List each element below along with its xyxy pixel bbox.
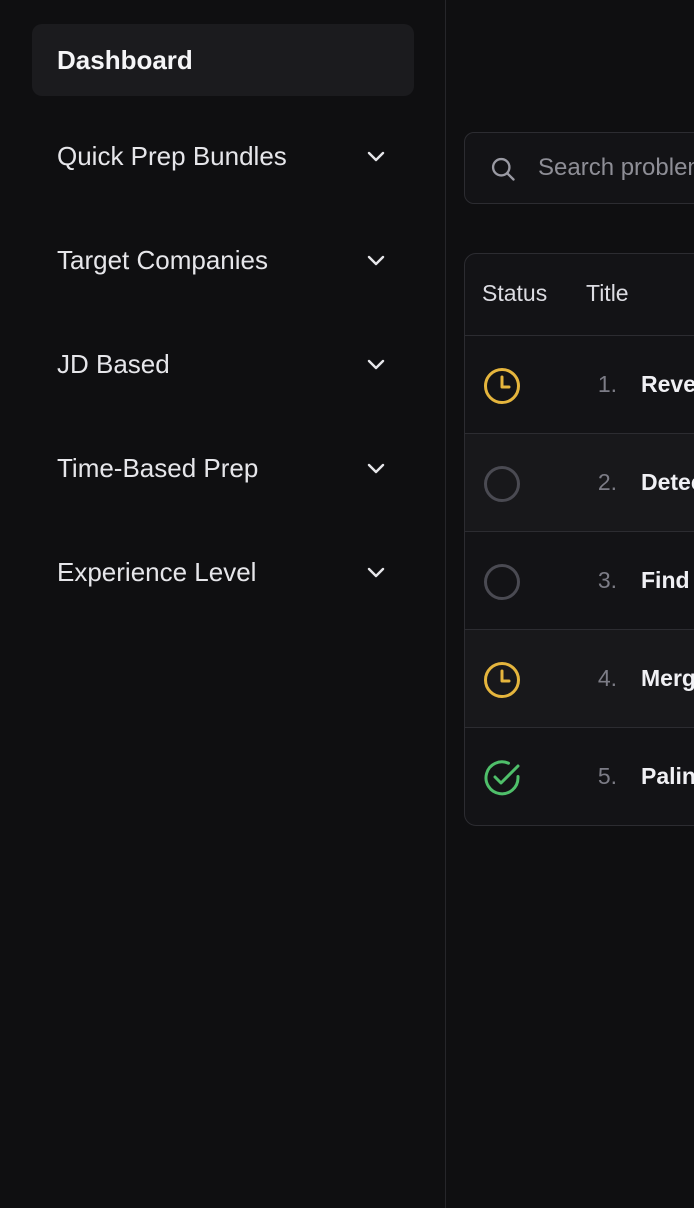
problem-number: 4. (597, 665, 617, 691)
sidebar-item-label: Target Companies (57, 244, 268, 275)
table-row[interactable]: 3. Find (465, 532, 694, 630)
table-row[interactable]: 2. Detect (465, 434, 694, 532)
sidebar-item-label: JD Based (57, 348, 170, 379)
search-icon (491, 157, 515, 181)
problem-title[interactable]: Palindrome (641, 763, 694, 790)
sidebar-item-dashboard[interactable]: Dashboard (32, 24, 414, 96)
chevron-down-icon[interactable] (364, 560, 388, 584)
empty-circle-icon (484, 466, 520, 502)
problem-title[interactable]: Find (641, 567, 690, 594)
main-content: Status Title 1. Reverse 2. Detect 3. Fin… (447, 0, 694, 1208)
sidebar-item-label: Experience Level (57, 556, 257, 587)
sidebar-item-label: Quick Prep Bundles (57, 140, 287, 171)
table-row[interactable]: 1. Reverse (465, 336, 694, 434)
sidebar-item-time-based-prep[interactable]: Time-Based Prep (32, 432, 414, 504)
sidebar: Dashboard Quick Prep Bundles Target Comp… (0, 0, 446, 1208)
problem-number: 1. (597, 371, 617, 397)
search-box[interactable] (464, 132, 694, 204)
table-row[interactable]: 5. Palindrome (465, 728, 694, 825)
clock-icon (484, 368, 520, 404)
problem-number: 3. (597, 567, 617, 593)
clock-icon (484, 662, 520, 698)
sidebar-item-target-companies[interactable]: Target Companies (32, 224, 414, 296)
problem-number: 5. (597, 763, 617, 789)
chevron-down-icon[interactable] (364, 144, 388, 168)
sidebar-item-label: Dashboard (57, 44, 193, 75)
app-root: Dashboard Quick Prep Bundles Target Comp… (0, 0, 694, 1208)
problem-number: 2. (597, 469, 617, 495)
sidebar-item-experience-level[interactable]: Experience Level (32, 536, 414, 608)
problems-table: Status Title 1. Reverse 2. Detect 3. Fin… (464, 253, 694, 826)
sidebar-item-label: Time-Based Prep (57, 452, 259, 483)
table-header: Status Title (465, 254, 694, 336)
problem-title[interactable]: Detect (641, 469, 694, 496)
problem-title[interactable]: Reverse (641, 371, 694, 398)
search-input[interactable] (538, 133, 694, 203)
sidebar-item-quick-prep-bundles[interactable]: Quick Prep Bundles (32, 120, 414, 192)
sidebar-item-jd-based[interactable]: JD Based (32, 328, 414, 400)
problem-title[interactable]: Merge (641, 665, 694, 692)
check-circle-icon (484, 760, 520, 796)
chevron-down-icon[interactable] (364, 456, 388, 480)
table-row[interactable]: 4. Merge (465, 630, 694, 728)
empty-circle-icon (484, 564, 520, 600)
column-header-status[interactable]: Status (482, 280, 547, 307)
column-header-title[interactable]: Title (586, 280, 629, 307)
chevron-down-icon[interactable] (364, 248, 388, 272)
chevron-down-icon[interactable] (364, 352, 388, 376)
